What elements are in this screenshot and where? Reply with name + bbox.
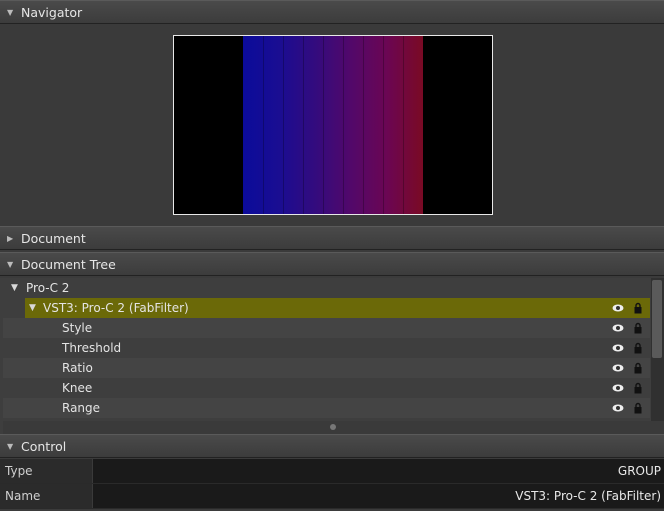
eye-icon[interactable]	[612, 382, 624, 394]
document-title: Document	[21, 230, 86, 246]
collapse-caret-icon[interactable]: ▼	[29, 303, 41, 313]
tree-row-knee[interactable]: Knee	[3, 378, 650, 398]
tree-root-row[interactable]: ▼ Pro-C 2	[3, 278, 650, 298]
control-value[interactable]: VST3: Pro-C 2 (FabFilter)	[515, 484, 661, 508]
lock-icon[interactable]	[632, 382, 644, 394]
tree-root-label: Pro-C 2	[26, 281, 70, 295]
eye-icon[interactable]	[612, 322, 624, 334]
control-key: Type	[0, 459, 93, 483]
tree-row-range[interactable]: Range	[3, 398, 650, 418]
eye-icon[interactable]	[612, 402, 624, 414]
lock-icon[interactable]	[632, 342, 644, 354]
tree-item-label: Range	[62, 401, 101, 415]
tree-vertical-scrollbar[interactable]	[651, 278, 664, 422]
collapse-triangle-icon: ▼	[7, 441, 14, 451]
tree-row-style[interactable]: Style	[3, 318, 650, 338]
eye-icon[interactable]	[612, 362, 624, 374]
eye-icon[interactable]	[612, 342, 624, 354]
document-header[interactable]: ▶ Document	[0, 226, 664, 250]
tree-item-label: VST3: Pro-C 2 (FabFilter)	[43, 301, 189, 315]
tree-item-label: Ratio	[62, 361, 93, 375]
collapse-caret-icon[interactable]: ▼	[11, 283, 23, 293]
tree-row-vst3[interactable]: ▼ VST3: Pro-C 2 (FabFilter)	[25, 298, 650, 318]
tree-item-label: Style	[62, 321, 93, 335]
preview-gradient	[243, 36, 423, 214]
expand-triangle-icon: ▶	[7, 233, 14, 243]
navigator-title: Navigator	[21, 4, 83, 20]
document-tree: ▼ Pro-C 2 ▼ VST3: Pro-C 2 (FabFilter) St…	[0, 278, 664, 434]
tree-item-label: Knee	[62, 381, 93, 395]
navigator-panel	[0, 24, 664, 226]
lock-icon[interactable]	[632, 302, 644, 314]
navigator-header[interactable]: ▼ Navigator	[0, 0, 664, 24]
collapse-triangle-icon: ▼	[7, 259, 14, 269]
control-row-type: Type GROUP	[0, 459, 664, 484]
tree-horizontal-scrollbar[interactable]	[3, 421, 664, 434]
control-row-name: Name VST3: Pro-C 2 (FabFilter)	[0, 484, 664, 509]
tree-row-threshold[interactable]: Threshold	[3, 338, 650, 358]
lock-icon[interactable]	[632, 402, 644, 414]
collapse-triangle-icon: ▼	[7, 7, 14, 17]
lock-icon[interactable]	[632, 322, 644, 334]
document-tree-title: Document Tree	[21, 256, 116, 272]
scrollbar-thumb[interactable]	[652, 280, 662, 358]
eye-icon[interactable]	[612, 302, 624, 314]
tree-row-ratio[interactable]: Ratio	[3, 358, 650, 378]
tree-item-label: Threshold	[62, 341, 122, 355]
navigator-preview[interactable]	[173, 35, 493, 215]
lock-icon[interactable]	[632, 362, 644, 374]
scroll-grip-icon[interactable]	[330, 424, 336, 430]
control-value[interactable]: GROUP	[618, 459, 661, 483]
control-header[interactable]: ▼ Control	[0, 434, 664, 458]
control-key: Name	[0, 484, 93, 508]
document-tree-header[interactable]: ▼ Document Tree	[0, 252, 664, 276]
control-title: Control	[21, 438, 67, 454]
